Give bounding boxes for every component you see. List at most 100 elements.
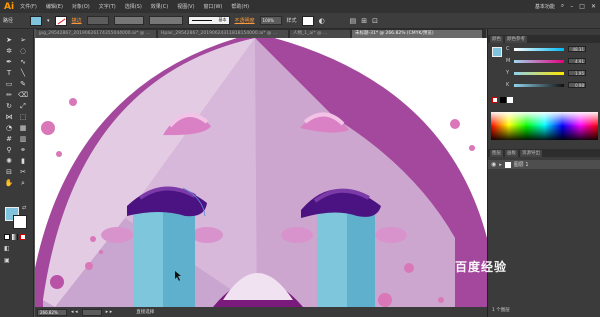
menu-object[interactable]: 对象(O) — [72, 3, 90, 10]
menu-edit[interactable]: 编辑(E) — [46, 3, 63, 10]
tab-document-3[interactable]: 人物_1_ai* @ ... — [290, 30, 350, 38]
perspective-grid-tool-icon[interactable]: ▦ — [18, 123, 28, 133]
tab-document-1[interactable]: jpg_29542867_20190626174355044000.ai* @ … — [36, 30, 156, 38]
expand-arrow-icon[interactable]: ▸ — [499, 162, 502, 168]
isolate-icon[interactable]: ⊡ — [372, 17, 378, 25]
brush-definition-field[interactable] — [148, 16, 183, 25]
scale-tool-icon[interactable]: ⤢ — [18, 101, 28, 111]
menu-select[interactable]: 选择(S) — [125, 3, 142, 10]
gradient-tool-icon[interactable]: ▥ — [18, 134, 28, 144]
menu-effect[interactable]: 效果(C) — [151, 3, 168, 10]
brush-preview[interactable]: 基本 — [187, 16, 230, 25]
type-tool-icon[interactable]: T — [4, 68, 14, 78]
fill-swatch[interactable] — [30, 15, 42, 26]
stroke-swatch[interactable] — [54, 15, 67, 26]
tab-color[interactable]: 颜色 — [490, 35, 503, 43]
eraser-tool-icon[interactable]: ⌫ — [18, 90, 28, 100]
pencil-tool-icon[interactable]: ✏ — [4, 90, 14, 100]
slice-tool-icon[interactable]: ✂ — [18, 167, 28, 177]
selection-tool-icon[interactable]: ➤ — [4, 35, 14, 45]
eye-icon[interactable]: ◉ — [491, 161, 496, 168]
transform-icon[interactable]: ⊞ — [361, 17, 367, 25]
align-icon[interactable]: ▤ — [350, 17, 357, 25]
tab-artboards[interactable]: 画板 — [505, 149, 518, 157]
rotate-tool-icon[interactable]: ↻ — [4, 101, 14, 111]
white-swatch[interactable] — [507, 97, 513, 103]
artboard-nav-icon[interactable]: ◂ ◂ — [71, 309, 78, 315]
color-spectrum[interactable] — [491, 112, 598, 140]
tab-asset-export[interactable]: 资源导出 — [520, 149, 542, 157]
line-tool-icon[interactable]: ╲ — [18, 68, 28, 78]
recolor-icon[interactable]: ◐ — [319, 17, 325, 25]
artboard-number-field[interactable] — [81, 308, 102, 316]
zoom-tool-icon[interactable]: ⌕ — [18, 178, 28, 188]
lasso-tool-icon[interactable]: ◌ — [18, 46, 28, 56]
tab-document-active[interactable]: 未标题-31* @ 266.82% (CMYK/预览) — [352, 30, 482, 38]
curvature-tool-icon[interactable]: ∿ — [18, 57, 28, 67]
search-icon[interactable]: ⌕ — [561, 2, 564, 10]
black-slider[interactable] — [514, 84, 564, 87]
none-mode-icon[interactable] — [20, 234, 26, 240]
close-icon[interactable]: ✕ — [591, 3, 596, 10]
black-swatch[interactable] — [500, 97, 506, 103]
swap-colors-icon[interactable]: ⇄ — [22, 205, 26, 211]
right-cheek-inner — [375, 227, 407, 243]
hand-tool-icon[interactable]: ✋ — [4, 178, 14, 188]
artboard-next-icon[interactable]: ▸ ▸ — [106, 309, 113, 315]
symbol-sprayer-tool-icon[interactable]: ✺ — [4, 156, 14, 166]
direct-selection-tool-icon[interactable]: ➢ — [18, 35, 28, 45]
cyan-slider[interactable] — [514, 48, 564, 51]
yellow-slider[interactable] — [514, 72, 564, 75]
layer-row[interactable]: ◉ ▸ 图层 1 — [488, 160, 600, 169]
shape-builder-tool-icon[interactable]: ◔ — [4, 123, 14, 133]
left-cheek-inner — [191, 227, 223, 243]
chevron-down-icon[interactable]: ▾ — [47, 18, 50, 24]
artboard-tool-icon[interactable]: ⊟ — [4, 167, 14, 177]
cyan-value[interactable]: 48.31 — [568, 46, 586, 52]
opacity-field[interactable]: 100% — [259, 16, 282, 25]
graphic-style-swatch[interactable] — [301, 15, 314, 26]
stroke-color-box[interactable] — [13, 215, 27, 229]
menu-help[interactable]: 帮助(H) — [231, 3, 249, 10]
none-swatch-icon[interactable] — [492, 97, 498, 103]
artboard-canvas[interactable] — [35, 38, 487, 307]
draw-mode-icon[interactable]: ◧ — [4, 245, 10, 252]
screen-mode-icon[interactable]: ▣ — [4, 257, 10, 264]
menu-type[interactable]: 文字(T) — [99, 3, 116, 10]
menu-file[interactable]: 文件(F) — [20, 3, 37, 10]
eyedropper-tool-icon[interactable]: ⚲ — [4, 145, 14, 155]
layer-name[interactable]: 图层 1 — [514, 161, 529, 168]
free-transform-tool-icon[interactable]: ⬚ — [18, 112, 28, 122]
maximize-icon[interactable]: □ — [579, 3, 585, 10]
pen-tool-icon[interactable]: ✒ — [4, 57, 14, 67]
rectangle-tool-icon[interactable]: ▭ — [4, 79, 14, 89]
menu-window[interactable]: 窗口(W) — [204, 3, 223, 10]
zoom-field[interactable]: 266.82% — [37, 308, 67, 316]
left-tear-shade — [163, 210, 195, 307]
paintbrush-tool-icon[interactable]: ✎ — [18, 79, 28, 89]
stroke-weight-field[interactable] — [86, 16, 109, 25]
width-tool-icon[interactable]: ⋈ — [4, 112, 14, 122]
workspace-switcher[interactable]: 基本功能 — [535, 3, 555, 10]
color-mode-icon[interactable] — [4, 234, 10, 240]
panel-fill-swatch[interactable] — [492, 47, 502, 57]
tab-layers[interactable]: 图层 — [490, 149, 503, 157]
yellow-value[interactable]: 1.95 — [568, 70, 586, 76]
tab-document-2[interactable]: Hpair_29542867_20190624311818154000.ai* … — [158, 30, 288, 38]
style-label: 样式 — [286, 18, 297, 24]
dot — [90, 236, 96, 242]
blend-tool-icon[interactable]: ⚭ — [18, 145, 28, 155]
graph-tool-icon[interactable]: ▮ — [18, 156, 28, 166]
current-tool-label: 直接选择 — [136, 310, 155, 315]
mesh-tool-icon[interactable]: # — [4, 134, 14, 144]
black-value[interactable]: 0.98 — [568, 82, 586, 88]
status-bar: 266.82% ◂ ◂ ▸ ▸ 直接选择 — [35, 307, 487, 317]
variable-width-field[interactable] — [113, 16, 144, 25]
menu-view[interactable]: 视图(V) — [177, 3, 194, 10]
minimize-icon[interactable]: – — [570, 3, 573, 10]
tab-color-guide[interactable]: 颜色参考 — [505, 35, 527, 43]
magenta-value[interactable]: 4.91 — [568, 58, 586, 64]
gradient-mode-icon[interactable] — [12, 234, 18, 240]
magic-wand-tool-icon[interactable]: ✲ — [4, 46, 14, 56]
magenta-slider[interactable] — [514, 60, 564, 63]
